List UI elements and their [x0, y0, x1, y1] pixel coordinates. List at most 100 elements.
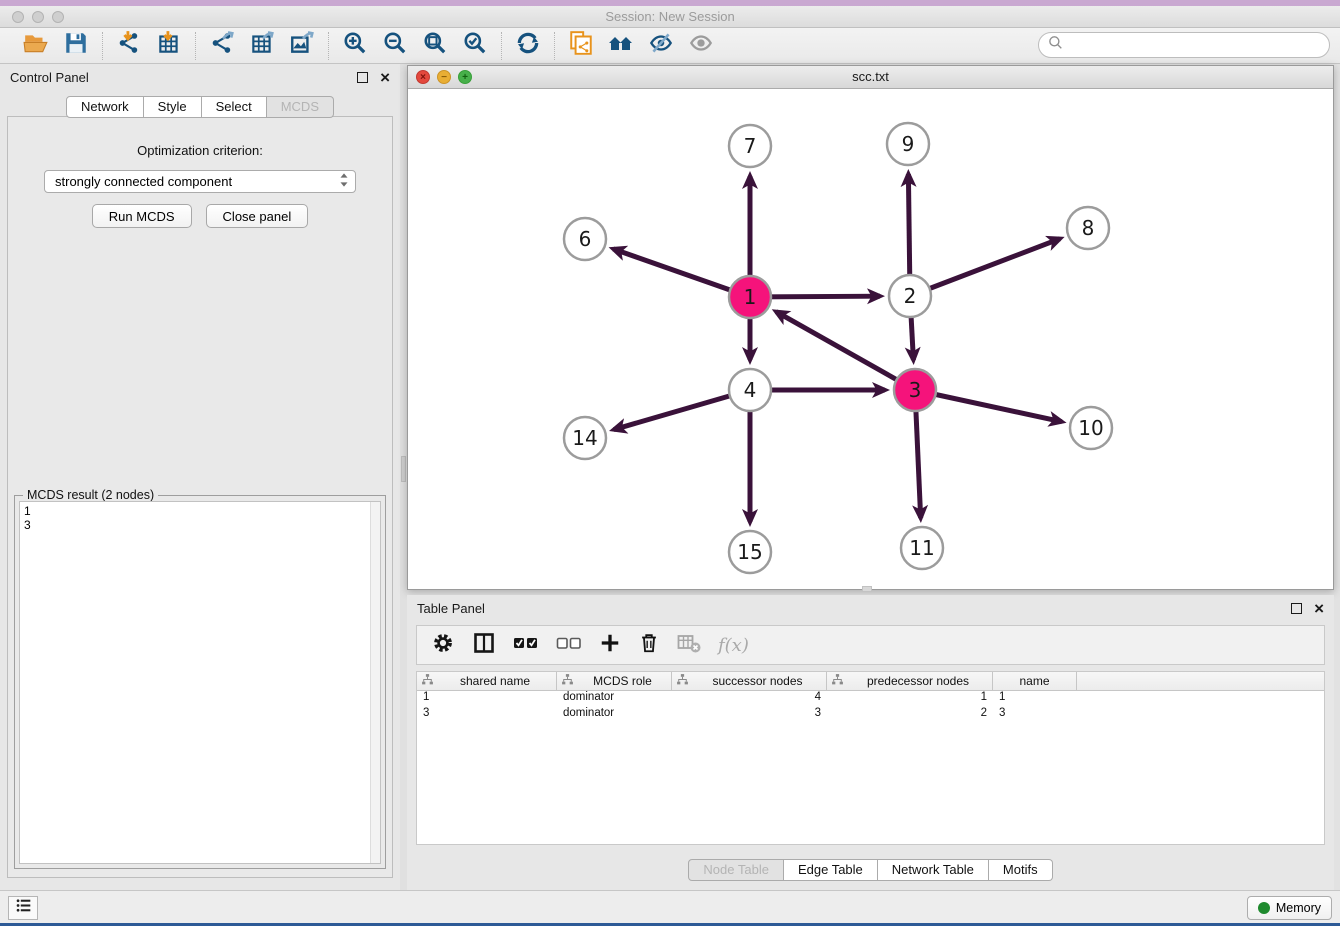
table-cell[interactable]: dominator [557, 691, 672, 707]
graph-node-6[interactable]: 6 [564, 218, 606, 260]
table-row[interactable]: 1dominator411 [417, 691, 1324, 707]
result-scrollbar[interactable] [370, 502, 380, 863]
tab-network-table[interactable]: Network Table [878, 859, 989, 881]
delete-button[interactable] [638, 632, 660, 659]
zoom-selected-button[interactable] [459, 31, 491, 61]
zoom-fit-icon [422, 30, 448, 61]
delete-icon [638, 632, 660, 659]
graph-node-7[interactable]: 7 [729, 125, 771, 167]
search-field[interactable] [1038, 32, 1330, 58]
zoom-in-button[interactable] [339, 31, 371, 61]
table-cell[interactable]: 3 [417, 707, 557, 723]
hide-graphics-icon [648, 30, 674, 61]
graph-node-15[interactable]: 15 [729, 531, 771, 573]
control-panel: Control Panel × NetworkStyleSelectMCDS O… [0, 64, 400, 890]
columns-button[interactable] [472, 631, 496, 660]
export-network-icon [209, 30, 235, 61]
table-cell[interactable]: 1 [993, 691, 1077, 707]
refresh-layout-button[interactable] [512, 31, 544, 61]
zoom-out-button[interactable] [379, 31, 411, 61]
network-minimize-icon[interactable]: − [437, 70, 451, 84]
export-image-button[interactable] [286, 31, 318, 61]
tab-mcds[interactable]: MCDS [267, 96, 334, 118]
graph-node-11[interactable]: 11 [901, 527, 943, 569]
search-icon [1047, 34, 1065, 57]
splitter-grip[interactable] [862, 586, 872, 592]
mcds-result-text[interactable]: 1 3 [19, 501, 381, 864]
tab-edge-table[interactable]: Edge Table [784, 859, 878, 881]
graph-node-14[interactable]: 14 [564, 417, 606, 459]
close-panel-button[interactable]: Close panel [206, 204, 309, 228]
select-all-icon [513, 634, 539, 657]
table-cell[interactable]: 4 [672, 691, 827, 707]
splitter-grip[interactable] [401, 456, 406, 482]
table-cell[interactable]: 1 [417, 691, 557, 707]
column-header-name[interactable]: name [993, 672, 1077, 690]
float-panel-icon[interactable] [357, 72, 368, 83]
table-cell[interactable]: dominator [557, 707, 672, 723]
table-cell[interactable]: 3 [993, 707, 1077, 723]
table-cell[interactable]: 3 [672, 707, 827, 723]
hide-graphics-button[interactable] [645, 31, 677, 61]
graph-node-2[interactable]: 2 [889, 275, 931, 317]
search-input[interactable] [1069, 35, 1329, 55]
edge-3-10[interactable] [915, 390, 1062, 422]
tab-select[interactable]: Select [202, 96, 267, 118]
control-panel-tabs: NetworkStyleSelectMCDS [0, 96, 400, 118]
graph-node-3[interactable]: 3 [894, 369, 936, 411]
window-close-icon[interactable] [12, 11, 24, 23]
graph-node-10[interactable]: 10 [1070, 407, 1112, 449]
edge-3-1[interactable] [776, 312, 915, 390]
import-table-button[interactable] [153, 31, 185, 61]
export-network-button[interactable] [206, 31, 238, 61]
export-table-icon [249, 30, 275, 61]
tab-style[interactable]: Style [144, 96, 202, 118]
tab-motifs[interactable]: Motifs [989, 859, 1053, 881]
duplicate-network-button[interactable] [565, 31, 597, 61]
edge-2-8[interactable] [910, 239, 1060, 296]
column-header-shared-name[interactable]: shared name [417, 672, 557, 690]
import-network-button[interactable] [113, 31, 145, 61]
close-panel-icon[interactable]: × [1314, 603, 1324, 614]
table-cell[interactable]: 2 [827, 707, 993, 723]
table-cell[interactable]: 1 [827, 691, 993, 707]
run-mcds-button[interactable]: Run MCDS [92, 204, 192, 228]
add-button[interactable] [599, 632, 621, 659]
mcds-panel: Optimization criterion: strongly connect… [7, 116, 393, 878]
memory-button[interactable]: Memory [1247, 896, 1332, 920]
window-maximize-icon[interactable] [52, 11, 64, 23]
graph-node-9[interactable]: 9 [887, 123, 929, 165]
network-zoom-icon[interactable]: + [458, 70, 472, 84]
open-session-button[interactable] [20, 31, 52, 61]
deselect-all-button[interactable] [556, 634, 582, 657]
export-table-button[interactable] [246, 31, 278, 61]
zoom-fit-button[interactable] [419, 31, 451, 61]
tab-node-table[interactable]: Node Table [688, 859, 784, 881]
duplicate-network-icon [568, 30, 594, 61]
save-session-button[interactable] [60, 31, 92, 61]
column-header-predecessor-nodes[interactable]: predecessor nodes [827, 672, 993, 690]
float-panel-icon[interactable] [1291, 603, 1302, 614]
network-canvas[interactable]: 7 9 6 8 1 2 4 3 14 10 15 11 [408, 89, 1333, 589]
home-button[interactable] [605, 31, 637, 61]
close-panel-icon[interactable]: × [380, 72, 390, 83]
network-close-icon[interactable]: × [416, 70, 430, 84]
memory-status-icon [1258, 902, 1270, 914]
graph-node-4[interactable]: 4 [729, 369, 771, 411]
graph-node-1[interactable]: 1 [729, 276, 771, 318]
network-window-titlebar[interactable]: × − + scc.txt [408, 66, 1333, 89]
window-minimize-icon[interactable] [32, 11, 44, 23]
column-header-MCDS-role[interactable]: MCDS role [557, 672, 672, 690]
vertical-splitter[interactable] [400, 64, 407, 890]
settings-gear-button[interactable] [431, 631, 455, 660]
criterion-select[interactable]: strongly connected component [44, 170, 356, 193]
tab-network[interactable]: Network [66, 96, 144, 118]
task-history-button[interactable] [8, 896, 38, 920]
table-row[interactable]: 3dominator323 [417, 707, 1324, 723]
select-all-button[interactable] [513, 634, 539, 657]
column-header-successor-nodes[interactable]: successor nodes [672, 672, 827, 690]
graph-node-8[interactable]: 8 [1067, 207, 1109, 249]
show-graphics-button[interactable] [685, 31, 717, 61]
import-network-icon [116, 30, 142, 61]
svg-text:14: 14 [572, 426, 597, 450]
